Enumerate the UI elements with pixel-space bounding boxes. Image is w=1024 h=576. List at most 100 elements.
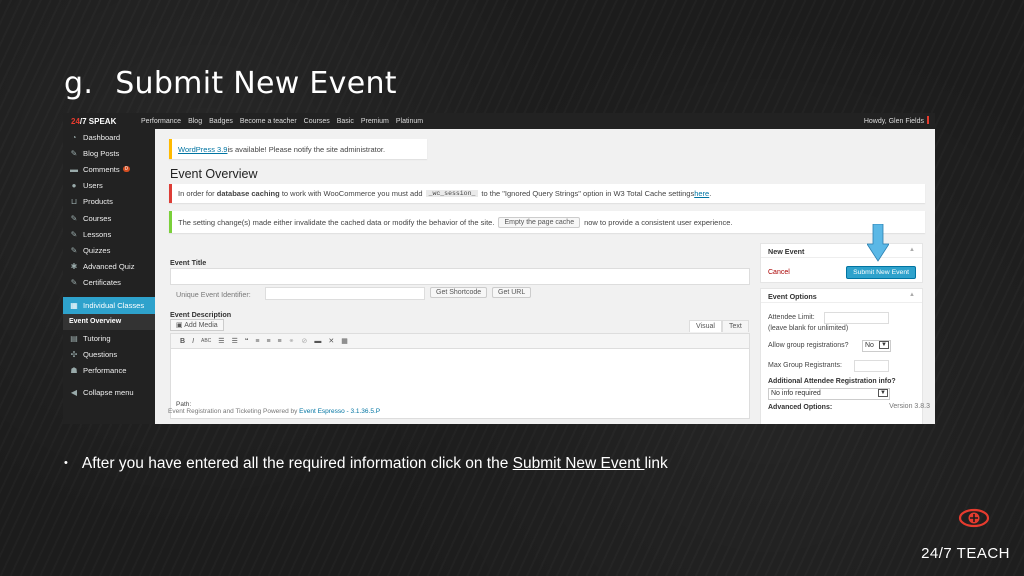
group-registrations-value: No [865,342,874,349]
cache-error-notice: In order for database caching to work wi… [169,184,925,203]
align-right-icon[interactable]: ≡ [278,338,282,345]
sidebar-item-questions[interactable]: ✣ Questions [63,346,155,362]
sidebar-item-label: Tutoring [83,333,111,343]
sidebar-item-label: Products [83,197,113,207]
cache-settings-link[interactable]: here [694,189,709,198]
slide-title-number: g. [64,66,94,101]
admin-menu-item[interactable]: Badges [209,118,233,125]
new-event-box-header[interactable]: New Event ▲ [761,244,922,258]
attendee-limit-input[interactable] [824,312,889,324]
tab-text[interactable]: Text [721,320,749,332]
comment-count-badge: 0 [122,166,130,173]
kitchen-sink-icon[interactable]: ▦ [341,337,348,345]
cache-text-pre: In order for [178,189,215,198]
plugin-footer: Event Registration and Ticketing Powered… [168,408,380,415]
max-group-input[interactable] [854,360,889,372]
pin-icon: ✎ [70,148,78,158]
sidebar-item-label: Courses [83,213,112,223]
version-text: Version 3.8.3 [889,403,930,410]
sidebar-item-performance[interactable]: ☗ Performance [63,362,155,378]
sidebar-item-certificates[interactable]: ✎ Certificates [63,275,155,291]
user-icon: ● [71,181,77,191]
advanced-options-label: Advanced Options: [768,404,833,411]
submit-new-event-button[interactable]: Submit New Event [846,266,916,279]
sidebar-item-lessons[interactable]: ✎ Lessons [63,226,155,242]
sidebar-item-comments[interactable]: ▬ Comments 0 [63,161,155,177]
tutoring-icon: ▤ [70,333,78,343]
event-title-input[interactable] [170,268,750,285]
update-link[interactable]: WordPress 3.9 [178,145,227,154]
admin-menu-item[interactable]: Blog [188,118,202,125]
cache-code: _wc_session_ [425,190,479,197]
align-center-icon[interactable]: ≡ [266,338,270,345]
description-editor[interactable]: B I ABC ☰ ☰ “ ≡ ≡ ≡ ⚭ ⊘ ▬ ✕ ▦ Path: [170,333,750,419]
attendee-limit-label: Attendee Limit: [768,314,815,321]
event-options-header[interactable]: Event Options ▲ [761,289,922,303]
quote-icon[interactable]: “ [245,338,249,345]
sidebar-item-collapse-menu[interactable]: ◀ Collapse menu [63,385,155,401]
admin-menu-item[interactable]: Premium [361,118,389,125]
attendee-limit-hint: (leave blank for unlimited) [768,325,849,332]
additional-info-select[interactable]: No info required ▼ [768,388,890,400]
align-left-icon[interactable]: ≡ [255,338,259,345]
unique-identifier-input[interactable] [265,287,425,300]
sidebar-item-dashboard[interactable]: ◔ Dashboard [63,129,155,145]
bullet-list-icon[interactable]: ☰ [218,337,224,345]
unlink-icon[interactable]: ⊘ [302,337,308,345]
main-content: WordPress 3.9 is available! Please notif… [156,129,935,424]
sidebar-item-users[interactable]: ● Users [63,178,155,194]
numbered-list-icon[interactable]: ☰ [232,337,238,345]
bullet-text: After you have entered all the required … [81,455,509,472]
tab-visual[interactable]: Visual [689,320,722,332]
sidebar-item-label: Dashboard [83,132,121,142]
admin-menu-item[interactable]: Courses [304,118,330,125]
admin-bar: 24/7 SPEAK Performance Blog Badges Become a… [63,113,935,129]
link-icon[interactable]: ⚭ [289,337,295,345]
calendar-icon: ▦ [70,300,78,310]
sidebar-item-label: Quizzes [83,245,111,255]
sidebar-item-label: Questions [83,349,118,359]
get-shortcode-button[interactable]: Get Shortcode [430,287,488,298]
empty-cache-button[interactable]: Empty the page cache [498,216,581,228]
admin-menu-item[interactable]: Become a teacher [240,118,297,125]
brand-logo-icon [958,508,990,528]
sidebar-item-products[interactable]: ⊔ Products [63,194,155,210]
sidebar-item-tutoring[interactable]: ▤ Tutoring [63,330,155,346]
sidebar-item-label: Certificates [83,278,121,288]
sidebar-item-advanced-quiz[interactable]: ✱ Advanced Quiz [63,259,155,275]
chevron-down-icon: ▼ [878,389,888,397]
admin-menu-item[interactable]: Platinum [396,118,423,125]
toggle-arrow-icon[interactable]: ▲ [909,247,915,253]
sidebar-item-quizzes[interactable]: ✎ Quizzes [63,242,155,258]
sidebar-item-individual-classes[interactable]: ▦ Individual Classes [63,296,155,314]
sidebar-item-label: Advanced Quiz [83,262,135,272]
sidebar-item-courses[interactable]: ✎ Courses [63,210,155,226]
cancel-link[interactable]: Cancel [768,269,790,276]
pointer-arrow-icon [867,224,889,262]
bold-icon[interactable]: B [180,338,185,345]
add-media-button[interactable]: ▣ Add Media [170,319,224,331]
admin-menu-item[interactable]: Basic [337,118,354,125]
strike-icon[interactable]: ABC [201,338,211,344]
site-logo[interactable]: 24/7 SPEAK [63,117,141,126]
fullscreen-icon[interactable]: ✕ [328,337,334,345]
group-registrations-label: Allow group registrations? [768,342,849,349]
logo-part: /7 [79,116,87,126]
sidebar-item-blog-posts[interactable]: ✎ Blog Posts [63,145,155,161]
bullet-link[interactable]: Submit New Event [513,455,645,472]
toggle-arrow-icon[interactable]: ▲ [909,292,915,298]
brand-name: 24/7 TEACH [921,545,1010,562]
setting-notice: The setting change(s) made either invali… [169,211,925,233]
get-url-button[interactable]: Get URL [492,287,532,298]
admin-menu-item[interactable]: Performance [141,118,181,125]
group-registrations-select[interactable]: No ▼ [862,340,891,352]
chevron-down-icon: ▼ [879,341,889,349]
gear-icon: ✱ [70,262,78,272]
more-icon[interactable]: ▬ [314,338,321,345]
howdy-user[interactable]: Howdy, Glen Fields [864,116,929,125]
performance-icon: ☗ [70,366,78,376]
add-media-label: Add Media [184,322,218,329]
footer-link[interactable]: Event Espresso - 3.1.36.5.P [299,408,380,415]
italic-icon[interactable]: I [192,338,194,345]
sidebar-item-event-overview[interactable]: Event Overview [63,313,155,331]
